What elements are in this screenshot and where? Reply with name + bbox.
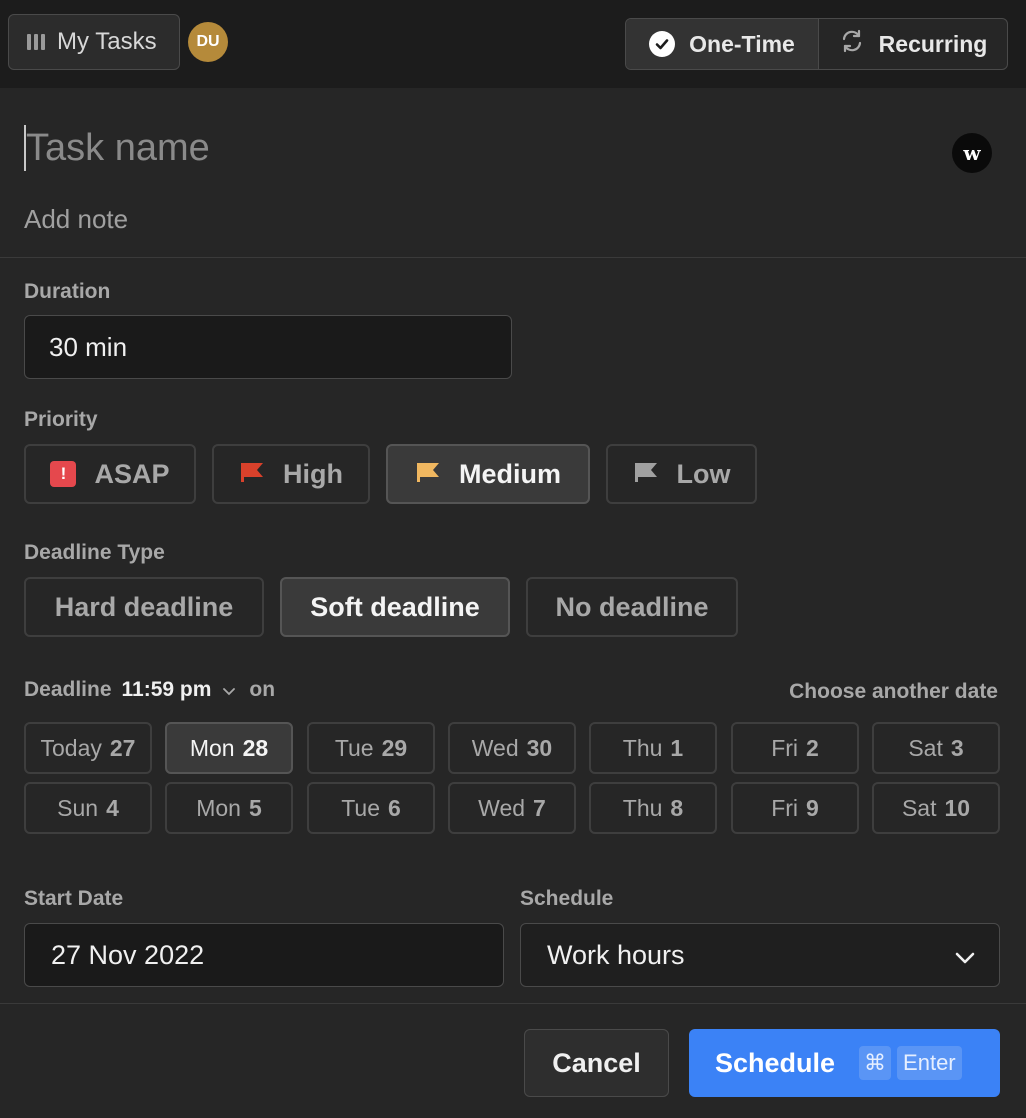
- orange-flag-icon: [415, 459, 441, 490]
- schedule-select[interactable]: Work hours: [520, 923, 1000, 987]
- day-button[interactable]: Sun 4: [24, 782, 152, 834]
- day-button[interactable]: Fri 2: [731, 722, 859, 774]
- command-key-icon: ⌘: [859, 1046, 892, 1080]
- hard-deadline-button[interactable]: Hard deadline: [24, 577, 264, 637]
- deadline-on-label: on: [249, 678, 276, 701]
- day-button[interactable]: Fri 9: [731, 782, 859, 834]
- priority-asap-button[interactable]: ! ASAP: [24, 444, 196, 504]
- chevron-down-icon: [955, 940, 975, 971]
- refresh-icon: [839, 28, 865, 60]
- no-deadline-button[interactable]: No deadline: [526, 577, 738, 637]
- cancel-button[interactable]: Cancel: [524, 1029, 669, 1097]
- divider: [0, 257, 1026, 258]
- duration-field[interactable]: 30 min: [24, 315, 512, 379]
- my-tasks-button[interactable]: My Tasks: [8, 14, 180, 70]
- soft-deadline-button[interactable]: Soft deadline: [280, 577, 510, 637]
- gray-flag-icon: [633, 459, 659, 490]
- day-button[interactable]: Wed 30: [448, 722, 576, 774]
- enter-key-badge: Enter: [897, 1046, 962, 1080]
- add-note-input[interactable]: Add note: [24, 204, 128, 235]
- day-button[interactable]: Tue 29: [307, 722, 435, 774]
- recurring-tab[interactable]: Recurring: [819, 19, 1007, 69]
- schedule-button-label: Schedule: [715, 1047, 836, 1078]
- chevron-down-icon[interactable]: [223, 678, 236, 702]
- task-name-input[interactable]: Task name: [24, 125, 210, 171]
- priority-low-button[interactable]: Low: [606, 444, 757, 504]
- priority-low-label: Low: [676, 458, 731, 489]
- top-bar: My Tasks DU One-Time Recurring: [0, 0, 1026, 88]
- my-tasks-label: My Tasks: [57, 28, 157, 55]
- day-button[interactable]: Mon 5: [165, 782, 293, 834]
- day-button[interactable]: Thu 8: [589, 782, 717, 834]
- choose-another-date-link[interactable]: Choose another date: [789, 680, 998, 704]
- deadline-row: Deadline 11:59 pm on: [24, 678, 275, 702]
- deadline-label: Deadline: [24, 678, 112, 701]
- start-date-field[interactable]: 27 Nov 2022: [24, 923, 504, 987]
- check-circle-icon: [649, 31, 676, 57]
- one-time-label: One-Time: [689, 30, 795, 57]
- day-button[interactable]: Thu 1: [589, 722, 717, 774]
- day-button[interactable]: Today 27: [24, 722, 152, 774]
- deadline-time-select[interactable]: 11:59 pm: [122, 678, 212, 702]
- priority-asap-label: ASAP: [94, 458, 170, 489]
- deadline-type-label: Deadline Type: [24, 541, 165, 564]
- one-time-tab[interactable]: One-Time: [626, 19, 819, 69]
- priority-label: Priority: [24, 408, 98, 431]
- alert-icon: !: [50, 461, 77, 487]
- recurring-label: Recurring: [878, 30, 988, 57]
- avatar[interactable]: DU: [188, 22, 228, 62]
- duration-label: Duration: [24, 280, 111, 303]
- workspace-logo-icon[interactable]: w: [952, 133, 992, 173]
- schedule-label: Schedule: [520, 887, 614, 910]
- day-button[interactable]: Wed 7: [448, 782, 576, 834]
- day-button[interactable]: Mon 28: [165, 722, 293, 774]
- day-button[interactable]: Sat 10: [872, 782, 1000, 834]
- day-button[interactable]: Tue 6: [307, 782, 435, 834]
- priority-high-button[interactable]: High: [212, 444, 370, 504]
- day-button[interactable]: Sat 3: [872, 722, 1000, 774]
- task-type-toggle: One-Time Recurring: [625, 18, 1008, 70]
- priority-medium-label: Medium: [458, 458, 561, 489]
- priority-medium-button[interactable]: Medium: [386, 444, 590, 504]
- schedule-button[interactable]: Schedule ⌘ Enter: [689, 1029, 1000, 1097]
- schedule-value: Work hours: [547, 939, 685, 970]
- red-flag-icon: [239, 459, 265, 490]
- columns-icon: [27, 34, 45, 50]
- priority-high-label: High: [283, 458, 343, 489]
- start-date-label: Start Date: [24, 887, 124, 910]
